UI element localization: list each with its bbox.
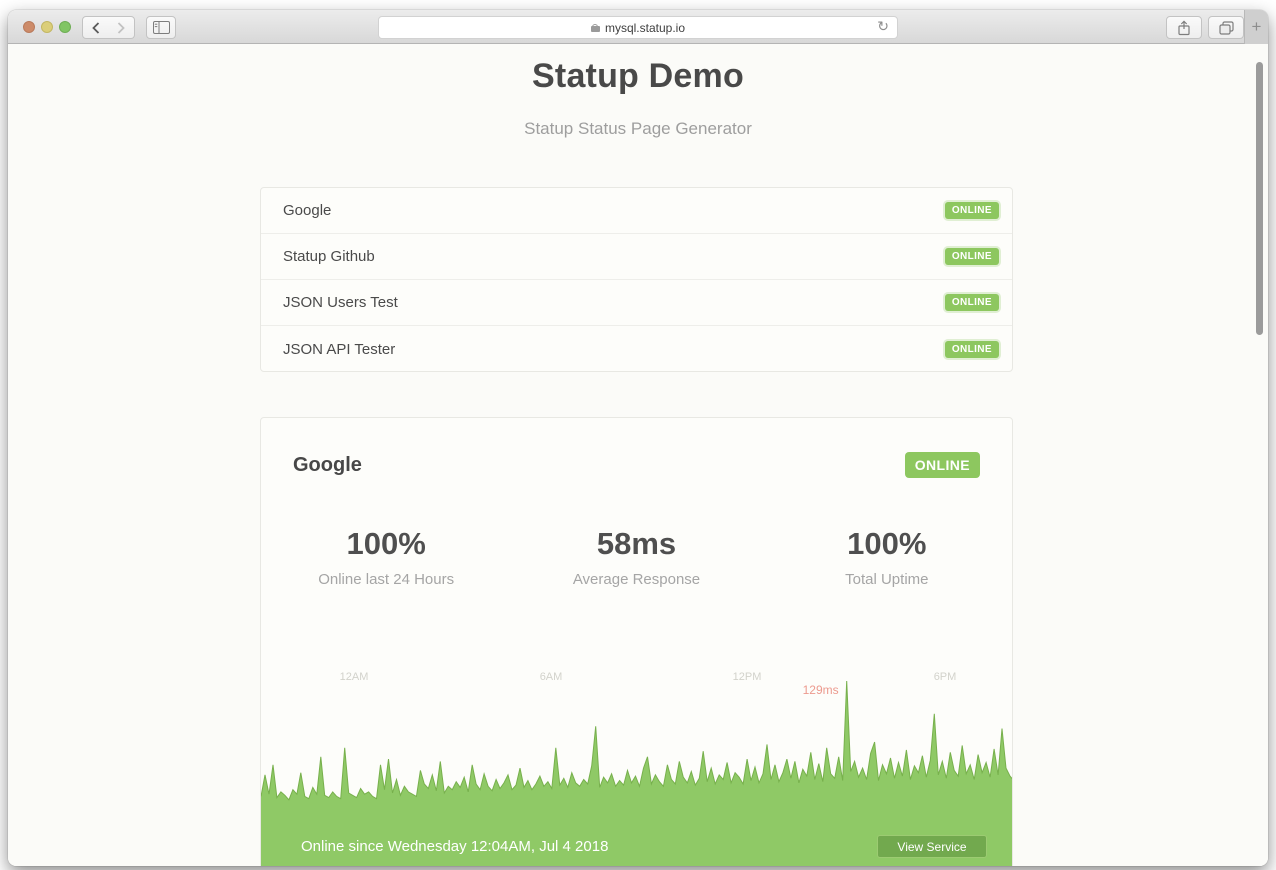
view-service-button[interactable]: View Service [877,835,987,858]
status-badge: ONLINE [945,341,999,358]
service-row-statup-github[interactable]: Statup Github ONLINE [261,234,1012,280]
services-list: Google ONLINE Statup Github ONLINE JSON … [260,187,1013,372]
detail-header: Google ONLINE [261,418,1012,508]
stat-total-uptime: 100% Total Uptime [762,526,1012,588]
stat-online-24h: 100% Online last 24 Hours [261,526,511,588]
browser-titlebar: mysql.statup.io ↻ + [8,10,1268,44]
web-page: Statup Demo Statup Status Page Generator… [8,44,1268,866]
status-badge: ONLINE [945,294,999,311]
share-button[interactable] [1166,16,1202,39]
reload-icon[interactable]: ↻ [877,19,889,35]
detail-footer: Online since Wednesday 12:04AM, Jul 4 20… [261,827,1012,866]
status-badge: ONLINE [945,248,999,265]
service-name: JSON Users Test [283,294,398,311]
status-badge: ONLINE [945,202,999,219]
service-name: Statup Github [283,248,375,265]
new-tab-button[interactable]: + [1244,10,1268,44]
response-time-chart: 12AM 6AM 12PM 6PM 129ms [261,647,1012,827]
stat-average-response: 58ms Average Response [511,526,761,588]
forward-button[interactable] [108,16,135,39]
tabs-icon [1219,21,1234,35]
detail-status-badge: ONLINE [905,452,980,478]
lock-icon [591,24,600,32]
stat-value: 100% [261,526,511,562]
area-chart-svg [261,647,1013,827]
stat-label: Average Response [511,571,761,588]
stat-label: Total Uptime [762,571,1012,588]
stat-value: 58ms [511,526,761,562]
address-bar[interactable]: mysql.statup.io ↻ [378,16,898,39]
screenshot-frame: mysql.statup.io ↻ + Statup Demo Stat [0,0,1276,870]
sidebar-icon [153,21,170,34]
stats-row: 100% Online last 24 Hours 58ms Average R… [261,526,1012,588]
service-row-json-users-test[interactable]: JSON Users Test ONLINE [261,280,1012,326]
chevron-right-icon [116,21,126,35]
service-name: Google [283,202,331,219]
share-icon [1177,20,1191,36]
online-since-text: Online since Wednesday 12:04AM, Jul 4 20… [301,838,608,855]
page-subtitle: Statup Status Page Generator [8,119,1268,139]
url-text: mysql.statup.io [605,21,685,35]
tab-overview-button[interactable] [1208,16,1244,39]
stat-value: 100% [762,526,1012,562]
chart-area-fill [261,681,1013,827]
scrollbar-thumb[interactable] [1256,62,1263,335]
detail-service-name: Google [293,454,362,477]
sidebar-toggle-button[interactable] [146,16,176,39]
service-row-google[interactable]: Google ONLINE [261,188,1012,234]
browser-window: mysql.statup.io ↻ + Statup Demo Stat [8,10,1268,866]
service-detail-card: Google ONLINE 100% Online last 24 Hours … [260,417,1013,866]
stat-label: Online last 24 Hours [261,571,511,588]
back-button[interactable] [82,16,109,39]
close-button[interactable] [23,21,35,33]
service-row-json-api-tester[interactable]: JSON API Tester ONLINE [261,326,1012,372]
zoom-button[interactable] [59,21,71,33]
minimize-button[interactable] [41,21,53,33]
page-title: Statup Demo [8,57,1268,96]
chevron-left-icon [91,21,101,35]
service-name: JSON API Tester [283,341,395,358]
